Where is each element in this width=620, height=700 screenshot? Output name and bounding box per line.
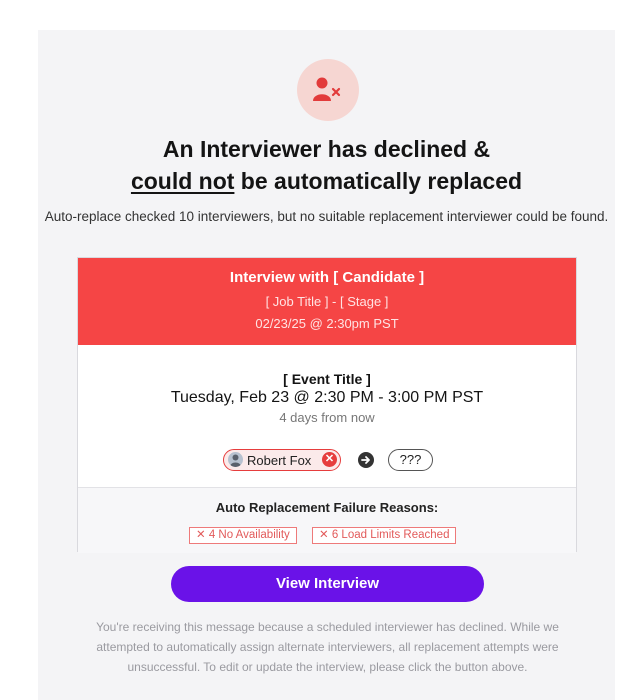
headline-rest: be automatically replaced (234, 168, 523, 194)
subtext: Auto-replace checked 10 interviewers, bu… (44, 209, 609, 224)
interview-banner: Interview with [ Candidate ] [ Job Title… (78, 258, 576, 345)
interviewer-name: Robert Fox (247, 453, 312, 468)
banner-datetime: 02/23/25 @ 2:30pm PST (255, 316, 399, 331)
banner-job-stage: [ Job Title ] - [ Stage ] (265, 294, 389, 309)
user-declined-badge (297, 59, 359, 121)
interview-card: Interview with [ Candidate ] [ Job Title… (77, 257, 577, 553)
declined-interviewer-chip[interactable]: Robert Fox ✕ (223, 449, 341, 471)
reason-tag-load-limits: ✕ 6 Load Limits Reached (312, 527, 457, 544)
avatar (228, 452, 243, 467)
view-interview-button[interactable]: View Interview (171, 566, 484, 602)
footer-note: You're receiving this message because a … (96, 620, 559, 674)
event-datetime: Tuesday, Feb 23 @ 2:30 PM - 3:00 PM PST (170, 389, 484, 406)
user-remove-icon (313, 77, 341, 101)
replacement-unknown-chip: ??? (388, 449, 433, 471)
headline-line2: could not be automatically replaced (38, 165, 615, 197)
page-title: An Interviewer has declined & could not … (38, 133, 615, 197)
banner-title: Interview with [ Candidate ] (229, 269, 425, 286)
event-title: [ Event Title ] (283, 371, 371, 387)
headline-underlined: could not (130, 168, 235, 194)
arrow-right-icon (358, 452, 374, 468)
failure-reasons: Auto Replacement Failure Reasons: ✕ 4 No… (78, 487, 576, 553)
headline-line1: An Interviewer has declined & (162, 136, 491, 162)
reason-tag-availability: ✕ 4 No Availability (189, 527, 297, 544)
reasons-title: Auto Replacement Failure Reasons: (215, 500, 439, 515)
event-relative-time: 4 days from now (279, 410, 375, 425)
close-circle-icon[interactable]: ✕ (322, 452, 337, 467)
